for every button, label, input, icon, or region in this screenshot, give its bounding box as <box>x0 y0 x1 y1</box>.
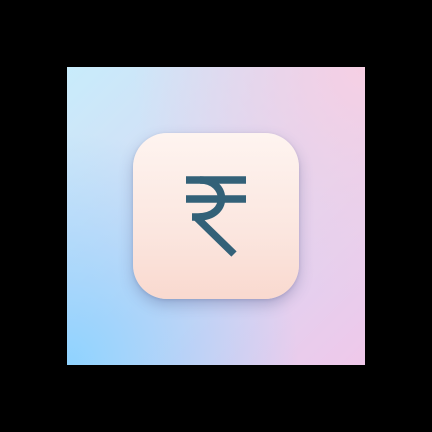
rupee-app-icon-button[interactable] <box>133 133 299 299</box>
screen <box>0 0 432 432</box>
rupee-icon <box>184 175 248 257</box>
gradient-backdrop <box>67 67 365 365</box>
